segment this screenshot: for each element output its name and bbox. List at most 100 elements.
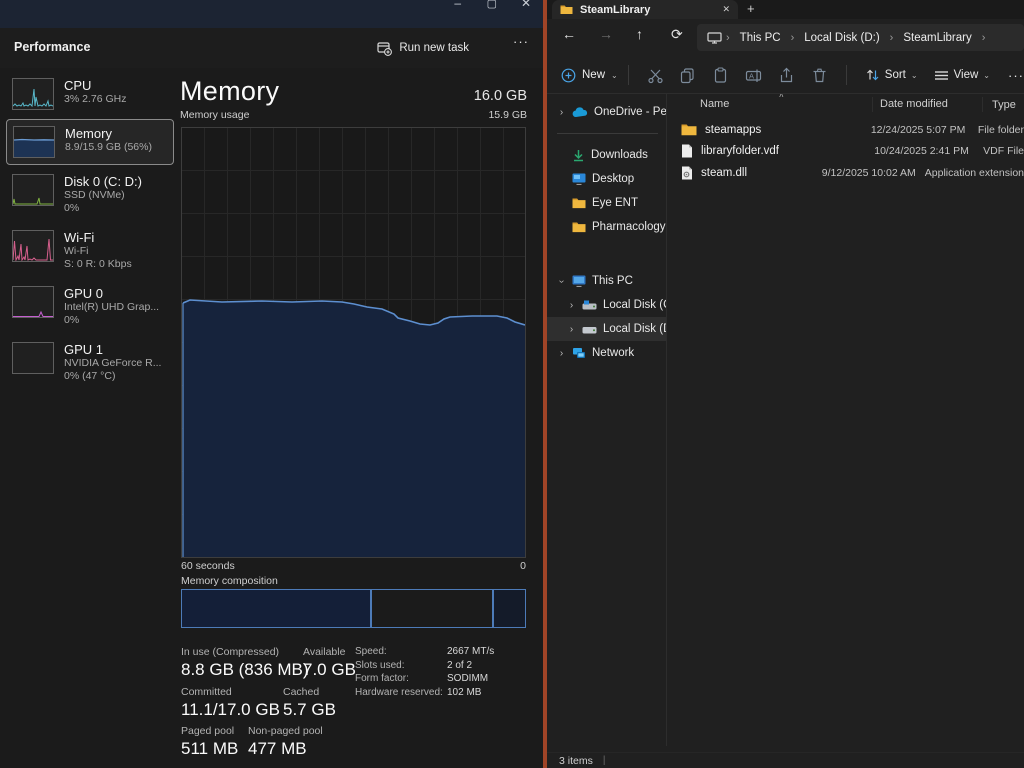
run-new-task-button[interactable]: Run new task	[369, 36, 477, 60]
copy-icon[interactable]	[672, 67, 705, 84]
nav-item-eye-ent[interactable]: Eye ENT	[547, 191, 666, 215]
more-options-icon[interactable]: ···	[513, 34, 529, 49]
toolbar-more-icon[interactable]: ···	[1008, 68, 1024, 83]
nav-item-local-disk-d[interactable]: › Local Disk (D:)	[547, 317, 666, 341]
breadcrumb-chevron-icon: ›	[982, 32, 986, 44]
paged-pool-value: 511 MB	[181, 739, 238, 759]
column-header-type[interactable]: Type	[983, 99, 1016, 111]
desktop-icon	[572, 173, 586, 185]
folder-icon	[681, 123, 697, 136]
task-manager-window: – ▢ ✕ Performance Run new task ··· CPU	[0, 0, 543, 768]
gpu0-name: Intel(R) UHD Grap...	[64, 301, 159, 314]
sidebar-item-wifi[interactable]: Wi-Fi Wi-Fi S: 0 R: 0 Kbps	[6, 224, 174, 277]
breadcrumb-steamlibrary[interactable]: SteamLibrary	[897, 32, 977, 44]
chevron-right-icon[interactable]: ›	[567, 300, 576, 311]
minimize-icon[interactable]: –	[454, 0, 461, 10]
breadcrumb-this-pc[interactable]: This PC	[734, 32, 787, 44]
tab-close-icon[interactable]: ✕	[722, 4, 730, 15]
cut-icon[interactable]	[639, 67, 672, 84]
file-row-libraryfolder[interactable]: libraryfolder.vdf 10/24/2025 2:41 PM VDF…	[667, 141, 1024, 163]
run-new-task-icon	[377, 41, 392, 56]
disk0-title: Disk 0 (C: D:)	[64, 174, 142, 189]
explorer-tab-steamlibrary[interactable]: SteamLibrary ✕	[552, 0, 738, 19]
new-button[interactable]: New ⌄	[561, 68, 618, 83]
hardware-reserved-label: Hardware reserved:	[355, 687, 447, 698]
sidebar-item-gpu0[interactable]: GPU 0 Intel(R) UHD Grap... 0%	[6, 280, 174, 333]
gpu0-title: GPU 0	[64, 286, 159, 301]
in-use-label: In use (Compressed)	[181, 646, 279, 658]
speed-label: Speed:	[355, 646, 447, 657]
file-list: ˄ Name Date modified Type steamapps 12/2…	[667, 94, 1024, 746]
address-bar[interactable]: › This PC › Local Disk (D:) › SteamLibra…	[697, 24, 1024, 51]
gpu1-mini-chart	[12, 342, 54, 374]
chevron-right-icon[interactable]: ›	[557, 348, 566, 359]
nav-item-label: Desktop	[592, 173, 634, 185]
refresh-icon[interactable]: ⟳	[671, 26, 683, 43]
chevron-right-icon[interactable]: ›	[557, 107, 566, 118]
screen: – ▢ ✕ Performance Run new task ··· CPU	[0, 0, 1024, 768]
nav-item-onedrive[interactable]: › OneDrive - Persona	[547, 100, 666, 124]
nav-item-label: Downloads	[591, 149, 648, 161]
wifi-adapter: Wi-Fi	[64, 245, 132, 258]
sidebar-item-gpu1[interactable]: GPU 1 NVIDIA GeForce R... 0% (47 °C)	[6, 336, 174, 389]
chevron-down-icon[interactable]: ›	[556, 277, 567, 286]
memory-stats: 8.9/15.9 GB (56%)	[65, 141, 152, 154]
new-tab-button[interactable]: +	[747, 1, 755, 16]
share-icon[interactable]	[770, 67, 803, 84]
chevron-down-icon: ⌄	[983, 71, 990, 80]
explorer-tab-bar: SteamLibrary ✕ +	[547, 0, 1024, 19]
run-new-task-label: Run new task	[399, 42, 469, 54]
paste-icon[interactable]	[704, 67, 737, 84]
maximize-icon[interactable]: ▢	[487, 0, 497, 10]
nav-item-pharmacology[interactable]: Pharmacology	[547, 215, 666, 239]
composition-standby-segment[interactable]	[372, 590, 494, 627]
chevron-down-icon: ⌄	[611, 71, 618, 80]
this-pc-monitor-icon	[572, 275, 586, 287]
nav-item-network[interactable]: › Network	[547, 341, 666, 365]
view-button[interactable]: View ⌄	[934, 69, 990, 82]
committed-label: Committed	[181, 686, 232, 698]
svg-text:A: A	[749, 71, 754, 80]
column-header-date-modified[interactable]: Date modified	[873, 97, 983, 112]
nav-item-label: OneDrive - Persona	[594, 106, 666, 118]
close-icon[interactable]: ✕	[521, 0, 531, 10]
back-icon[interactable]: ←	[562, 26, 576, 42]
folder-icon	[572, 221, 586, 233]
sidebar-item-disk0[interactable]: Disk 0 (C: D:) SSD (NVMe) 0%	[6, 168, 174, 221]
file-row-steam-dll[interactable]: steam.dll 9/12/2025 10:02 AM Application…	[667, 162, 1024, 184]
sidebar-item-memory[interactable]: Memory 8.9/15.9 GB (56%)	[6, 119, 174, 165]
up-icon[interactable]: ↑	[636, 26, 643, 42]
committed-value: 11.1/17.0 GB	[181, 700, 280, 720]
onedrive-cloud-icon	[572, 107, 588, 118]
network-icon	[572, 347, 586, 360]
sidebar-item-cpu[interactable]: CPU 3% 2.76 GHz	[6, 72, 174, 116]
breadcrumb-local-disk-d[interactable]: Local Disk (D:)	[798, 32, 885, 44]
nav-item-local-disk-c[interactable]: › Local Disk (C:)	[547, 293, 666, 317]
task-manager-titlebar[interactable]: – ▢ ✕	[0, 0, 543, 28]
composition-in-use-segment[interactable]	[182, 590, 372, 627]
nav-item-this-pc[interactable]: › This PC	[547, 269, 666, 293]
performance-header: Performance Run new task ···	[0, 28, 543, 68]
nav-item-downloads[interactable]: Downloads	[547, 143, 666, 167]
chevron-down-icon: ⌄	[911, 71, 918, 80]
composition-free-segment[interactable]	[494, 590, 525, 627]
memory-total-capacity: 16.0 GB	[180, 88, 527, 104]
memory-mini-chart	[13, 126, 55, 158]
available-value: 7.0 GB	[303, 660, 356, 680]
forward-icon[interactable]: →	[599, 26, 613, 42]
sort-button[interactable]: Sort ⌄	[865, 68, 918, 82]
rename-icon[interactable]: A	[737, 67, 770, 84]
slots-used-value: 2 of 2	[447, 660, 472, 671]
folder-icon	[560, 4, 573, 15]
nav-item-desktop[interactable]: Desktop	[547, 167, 666, 191]
folder-icon	[572, 197, 586, 209]
drive-c-icon	[582, 300, 597, 311]
memory-composition-bar[interactable]	[181, 589, 526, 628]
nav-item-label: Pharmacology	[592, 221, 666, 233]
delete-icon[interactable]	[803, 67, 836, 84]
chevron-right-icon[interactable]: ›	[567, 324, 576, 335]
column-header-name[interactable]: Name	[667, 97, 873, 112]
file-row-steamapps[interactable]: steamapps 12/24/2025 5:07 PM File folder	[667, 119, 1024, 141]
form-factor-label: Form factor:	[355, 673, 447, 684]
item-count: 3 items	[559, 755, 593, 767]
